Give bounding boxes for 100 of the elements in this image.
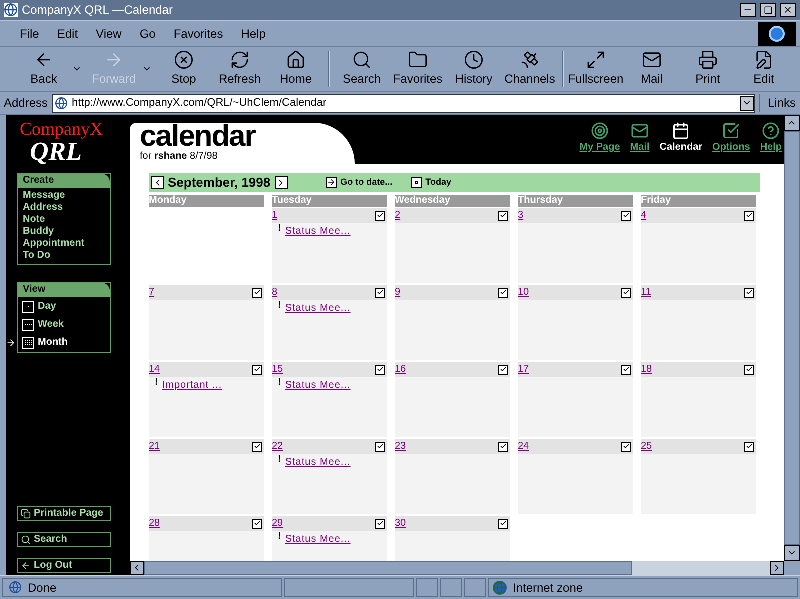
event-link[interactable]: Status Mee... <box>285 301 351 316</box>
add-todo-icon <box>621 288 631 298</box>
add-todo-icon <box>498 288 508 298</box>
day-number-link[interactable]: 18 <box>641 362 652 377</box>
day-number-link[interactable]: 30 <box>395 516 406 531</box>
event-link[interactable]: Important ... <box>162 378 222 393</box>
create-link[interactable]: Note <box>23 214 110 226</box>
day-number-link[interactable]: 10 <box>518 285 530 300</box>
scroll-right-button[interactable] <box>770 561 784 575</box>
day-number-link[interactable]: 1 <box>272 208 278 223</box>
menu-item[interactable]: View <box>90 24 128 42</box>
toolbar-button[interactable]: Home <box>268 50 324 88</box>
day-number-link[interactable]: 29 <box>272 516 284 531</box>
toolbar-button[interactable]: Stop <box>156 50 212 88</box>
minimize-button[interactable] <box>740 3 756 17</box>
event-link[interactable]: Status Mee... <box>285 532 351 547</box>
create-link[interactable]: Address <box>23 202 110 214</box>
priority-mark: ! <box>155 378 158 388</box>
next-month-button[interactable] <box>274 176 288 189</box>
create-link[interactable]: Appointment <box>23 238 110 250</box>
nav-link[interactable]: Help <box>760 140 782 155</box>
day-number-link[interactable]: 14 <box>149 362 160 377</box>
add-todo-icon <box>375 364 385 374</box>
toolbar-button[interactable]: Back <box>16 50 72 88</box>
printer-icon <box>698 50 718 70</box>
view-icon <box>22 336 34 348</box>
create-link[interactable]: Buddy <box>23 226 110 238</box>
nav-link[interactable]: Mail <box>630 140 650 155</box>
day-number-link[interactable]: 9 <box>395 285 401 300</box>
previous-month-button[interactable] <box>151 176 164 189</box>
toolbar-button[interactable]: Refresh <box>212 50 268 88</box>
nav-link[interactable]: Options <box>712 140 750 155</box>
day-number-link[interactable]: 24 <box>518 439 530 454</box>
menu-item[interactable]: Go <box>134 24 162 42</box>
scroll-left-button[interactable] <box>130 561 144 575</box>
search-icon <box>21 534 31 544</box>
view-icon <box>22 318 34 330</box>
panel-header: View <box>18 283 110 297</box>
day-number-link[interactable]: 8 <box>272 285 278 300</box>
toolbar-button[interactable]: Edit <box>736 50 792 88</box>
status-text: Done <box>28 580 57 596</box>
today-link[interactable]: Today <box>426 176 452 190</box>
add-todo-icon <box>252 288 262 298</box>
nav-link[interactable]: My Page <box>580 140 620 155</box>
toolbar-button[interactable]: Channels <box>502 50 558 88</box>
toolbar-button[interactable]: Favorites <box>390 50 446 88</box>
view-link[interactable]: Day <box>38 299 56 314</box>
toolbar-button[interactable]: Fullscreen <box>568 50 624 88</box>
page-icon <box>55 96 68 110</box>
go-to-date-link[interactable]: Go to date... <box>340 176 393 190</box>
add-todo-icon <box>252 442 262 452</box>
dropdown-button[interactable] <box>740 96 754 110</box>
day-number-link[interactable]: 28 <box>149 516 160 531</box>
links-button[interactable]: Links <box>758 94 796 112</box>
day-number-link[interactable]: 25 <box>641 439 652 454</box>
toolbar-button[interactable]: History <box>446 50 502 88</box>
scroll-thumb[interactable] <box>144 561 632 575</box>
sidebar-button[interactable]: Log Out <box>17 558 111 573</box>
event-link[interactable]: Status Mee... <box>285 455 351 470</box>
day-number-link[interactable]: 11 <box>641 285 652 300</box>
menu-item[interactable]: Favorites <box>168 24 230 42</box>
scroll-up-button[interactable] <box>784 115 800 131</box>
scroll-down-button[interactable] <box>784 545 800 561</box>
day-number-link[interactable]: 22 <box>272 439 284 454</box>
browser-icon <box>4 3 18 17</box>
view-link[interactable]: Month <box>38 335 68 350</box>
close-button[interactable] <box>780 3 796 17</box>
address-field[interactable]: http://www.CompanyX.com/QRL/~UhClem/Calendar <box>52 94 755 112</box>
day-number-link[interactable]: 17 <box>518 362 530 377</box>
day-number-link[interactable]: 21 <box>149 439 160 454</box>
sidebar-button[interactable]: Printable Page <box>17 506 111 521</box>
checkbox-icon <box>722 122 740 140</box>
add-todo-icon <box>375 518 385 528</box>
day-number-link[interactable]: 15 <box>272 362 284 377</box>
sidebar-button[interactable]: Search <box>17 532 111 547</box>
day-number-link[interactable]: 16 <box>395 362 406 377</box>
day-number-link[interactable]: 2 <box>395 208 401 223</box>
add-todo-icon <box>744 210 754 220</box>
horizontal-scrollbar[interactable] <box>130 561 784 575</box>
day-number-link[interactable]: 23 <box>395 439 406 454</box>
menu-item[interactable]: Help <box>235 24 272 42</box>
menu-item[interactable]: File <box>14 24 46 42</box>
nav-link[interactable]: Calendar <box>660 140 703 155</box>
event-link[interactable]: Status Mee... <box>285 378 351 393</box>
refresh-icon <box>230 50 250 70</box>
day-number-link[interactable]: 7 <box>149 285 155 300</box>
menu-item[interactable]: Edit <box>51 24 84 42</box>
create-link[interactable]: To Do <box>23 250 110 262</box>
maximize-button[interactable] <box>760 3 776 17</box>
toolbar-button[interactable]: Print <box>680 50 736 88</box>
day-number-link[interactable]: 3 <box>518 208 524 223</box>
create-link[interactable]: Message <box>23 190 110 202</box>
toolbar-button[interactable]: Search <box>334 50 390 88</box>
day-number-link[interactable]: 4 <box>641 208 647 223</box>
view-link[interactable]: Week <box>38 317 64 332</box>
add-todo-icon <box>375 210 385 220</box>
add-todo-icon <box>744 288 754 298</box>
status-panel <box>464 578 486 597</box>
toolbar-button[interactable]: Mail <box>624 50 680 88</box>
event-link[interactable]: Status Mee... <box>285 224 351 239</box>
